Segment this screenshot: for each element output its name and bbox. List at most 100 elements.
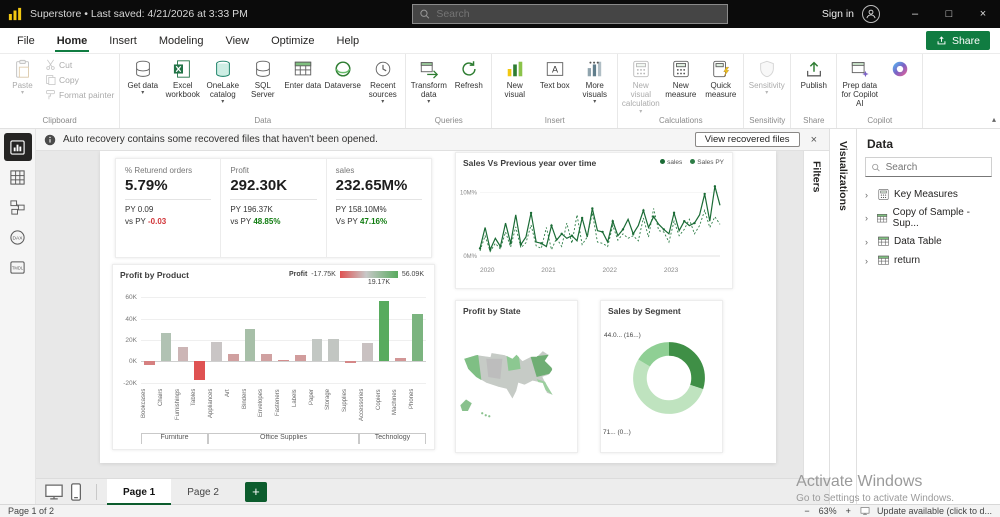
- zoom-in-button[interactable]: +: [844, 506, 853, 516]
- kpi-profit[interactable]: Profit 292.30K PY 196.37K vs PY 48.85%: [221, 159, 327, 257]
- report-canvas[interactable]: % Returend orders 5.79% PY 0.09 vs PY -0.03…: [36, 151, 803, 478]
- data-item-copy-of-sample-sup[interactable]: › Copy of Sample - Sup...: [857, 204, 1000, 232]
- bar-column-supplies[interactable]: [342, 295, 359, 387]
- map-visual[interactable]: Profit by State: [455, 300, 578, 453]
- ribbon-excel-workbook[interactable]: Excel workbook: [163, 56, 202, 99]
- rail-dax-query-view[interactable]: DAX: [4, 223, 32, 251]
- bar-column-art[interactable]: [225, 295, 242, 387]
- kpi-returend-orders[interactable]: % Returend orders 5.79% PY 0.09 vs PY -0.03: [116, 159, 222, 257]
- ribbon-publish[interactable]: Publish: [794, 56, 833, 90]
- bar-column-binders[interactable]: [242, 295, 259, 387]
- kpi-sales[interactable]: sales 232.65M% PY 158.10M% Vs PY 47.16%: [327, 159, 431, 257]
- bar-column-appliances[interactable]: [208, 295, 225, 387]
- update-available-link[interactable]: Update available (click to d...: [877, 506, 992, 516]
- ribbon-more-visuals[interactable]: More visuals ▾: [575, 56, 614, 105]
- ribbon-onelake-catalog[interactable]: OneLake catalog ▾: [203, 56, 242, 105]
- new-page-button[interactable]: +: [244, 481, 267, 502]
- menu-view[interactable]: View: [214, 28, 260, 53]
- bar-column-furnishings[interactable]: [175, 295, 192, 387]
- ribbon-transform-data[interactable]: Transform data ▾: [409, 56, 448, 105]
- view-recovered-files-button[interactable]: View recovered files: [694, 132, 800, 147]
- line-chart-visual[interactable]: Sales Vs Previous year over time sales Sa…: [455, 152, 733, 289]
- bar-column-bookcases[interactable]: [141, 295, 158, 387]
- ribbon-new-visual[interactable]: New visual: [495, 56, 534, 99]
- page-tab-page-1[interactable]: Page 1: [107, 479, 172, 505]
- ribbon-quick-measure[interactable]: Quick measure: [701, 56, 740, 99]
- minimize-button[interactable]: –: [898, 0, 932, 28]
- bar-column-tables[interactable]: [191, 295, 208, 387]
- ribbon-enter-data[interactable]: Enter data: [283, 56, 322, 90]
- collapse-ribbon-icon[interactable]: ▴: [992, 115, 996, 124]
- rail-tmdl-view[interactable]: TMDL: [4, 253, 32, 281]
- data-item-return[interactable]: › return: [857, 251, 1000, 270]
- group-label-technology: Technology: [358, 433, 426, 444]
- ribbon-sensitivity[interactable]: Sensitivity ▾: [747, 56, 786, 96]
- titlebar-right: Sign in – □ ×: [814, 0, 1000, 28]
- bar-chart-plot: -20K 0K 20K 40K 60K Bookcases Chairs Furnishing…: [119, 294, 426, 445]
- ribbon-prep-data-for-copilot-ai[interactable]: Prep data for Copilot AI: [840, 56, 879, 109]
- bar-column-paper[interactable]: [309, 295, 326, 387]
- global-search-input[interactable]: [436, 8, 721, 20]
- rail-model-view[interactable]: [4, 193, 32, 221]
- visualizations-pane-collapsed[interactable]: Visualizations: [829, 129, 857, 504]
- rail-report-view[interactable]: [3, 133, 32, 161]
- data-item-key-measures[interactable]: › Key Measures: [857, 185, 1000, 204]
- desktop-layout-icon[interactable]: [44, 482, 64, 502]
- chevron-right-icon[interactable]: ›: [865, 237, 873, 247]
- data-search-input[interactable]: [885, 161, 986, 173]
- ribbon-refresh[interactable]: Refresh: [449, 56, 488, 90]
- bar-column-envelopes[interactable]: [258, 295, 275, 387]
- bar-column-copiers[interactable]: [376, 295, 393, 387]
- sign-in-link[interactable]: Sign in: [814, 8, 862, 20]
- chevron-right-icon[interactable]: ›: [865, 190, 873, 200]
- ribbon-paste[interactable]: Paste ▾: [3, 56, 42, 96]
- chevron-right-icon[interactable]: ›: [865, 256, 873, 266]
- ribbon-new-measure[interactable]: New measure: [661, 56, 700, 99]
- gradient-legend-min: -17.75K: [311, 271, 336, 278]
- ribbon-copy[interactable]: Copy: [43, 73, 116, 86]
- ribbon-copilot[interactable]: [880, 56, 919, 81]
- menu-modeling[interactable]: Modeling: [148, 28, 215, 53]
- bar-column-machines[interactable]: [392, 295, 409, 387]
- page-tab-page-2[interactable]: Page 2: [171, 479, 235, 505]
- ribbon-text-box[interactable]: A Text box: [535, 56, 574, 90]
- ribbon-recent-sources[interactable]: Recent sources ▾: [363, 56, 402, 105]
- menu-optimize[interactable]: Optimize: [260, 28, 325, 53]
- ribbon-dataverse[interactable]: Dataverse: [323, 56, 362, 90]
- zoom-out-button[interactable]: −: [802, 506, 811, 516]
- global-search[interactable]: [412, 4, 728, 24]
- bar-column-fasteners[interactable]: [275, 295, 292, 387]
- menu-insert[interactable]: Insert: [98, 28, 148, 53]
- bar-column-storage[interactable]: [325, 295, 342, 387]
- notification-close-icon[interactable]: ×: [807, 134, 821, 146]
- bar-column-labels[interactable]: [292, 295, 309, 387]
- ribbon-get-data[interactable]: Get data ▾: [123, 56, 162, 96]
- bar-chart-visual[interactable]: Profit by Product Profit -17.75K 56.09K …: [112, 264, 435, 450]
- close-button[interactable]: ×: [966, 0, 1000, 28]
- menu-file[interactable]: File: [6, 28, 46, 53]
- account-avatar[interactable]: [862, 5, 880, 23]
- bar-column-chairs[interactable]: [158, 295, 175, 387]
- menu-home[interactable]: Home: [46, 28, 99, 53]
- kpi-card-visual[interactable]: % Returend orders 5.79% PY 0.09 vs PY -0.03…: [115, 158, 432, 258]
- data-item-data-table[interactable]: › Data Table: [857, 232, 1000, 251]
- rail-table-view[interactable]: [4, 163, 32, 191]
- chevron-right-icon[interactable]: ›: [865, 213, 872, 223]
- data-item-label: Key Measures: [894, 189, 958, 200]
- data-item-label: Copy of Sample - Sup...: [892, 207, 970, 229]
- mobile-layout-icon[interactable]: [66, 482, 86, 502]
- donut-visual[interactable]: Sales by Segment 44.0... (16...) 71... (0…: [600, 300, 723, 453]
- ribbon-format-painter[interactable]: Format painter: [43, 88, 116, 101]
- bar-column-accessories[interactable]: [359, 295, 376, 387]
- data-search[interactable]: [865, 157, 992, 177]
- bar-column-phones[interactable]: [409, 295, 426, 387]
- ribbon-new-visual-calculation[interactable]: New visual calculation ▾: [621, 56, 660, 115]
- share-button[interactable]: Share: [925, 31, 990, 50]
- ribbon-sql-server[interactable]: SQL Server: [243, 56, 282, 99]
- filters-pane-collapsed[interactable]: Filters: [803, 151, 829, 478]
- menu-help[interactable]: Help: [326, 28, 371, 53]
- maximize-button[interactable]: □: [932, 0, 966, 28]
- ribbon-cut[interactable]: Cut: [43, 58, 116, 71]
- donut-label: 71... (0...): [603, 429, 631, 436]
- prep-data-for-copilot-ai-icon: [850, 59, 870, 79]
